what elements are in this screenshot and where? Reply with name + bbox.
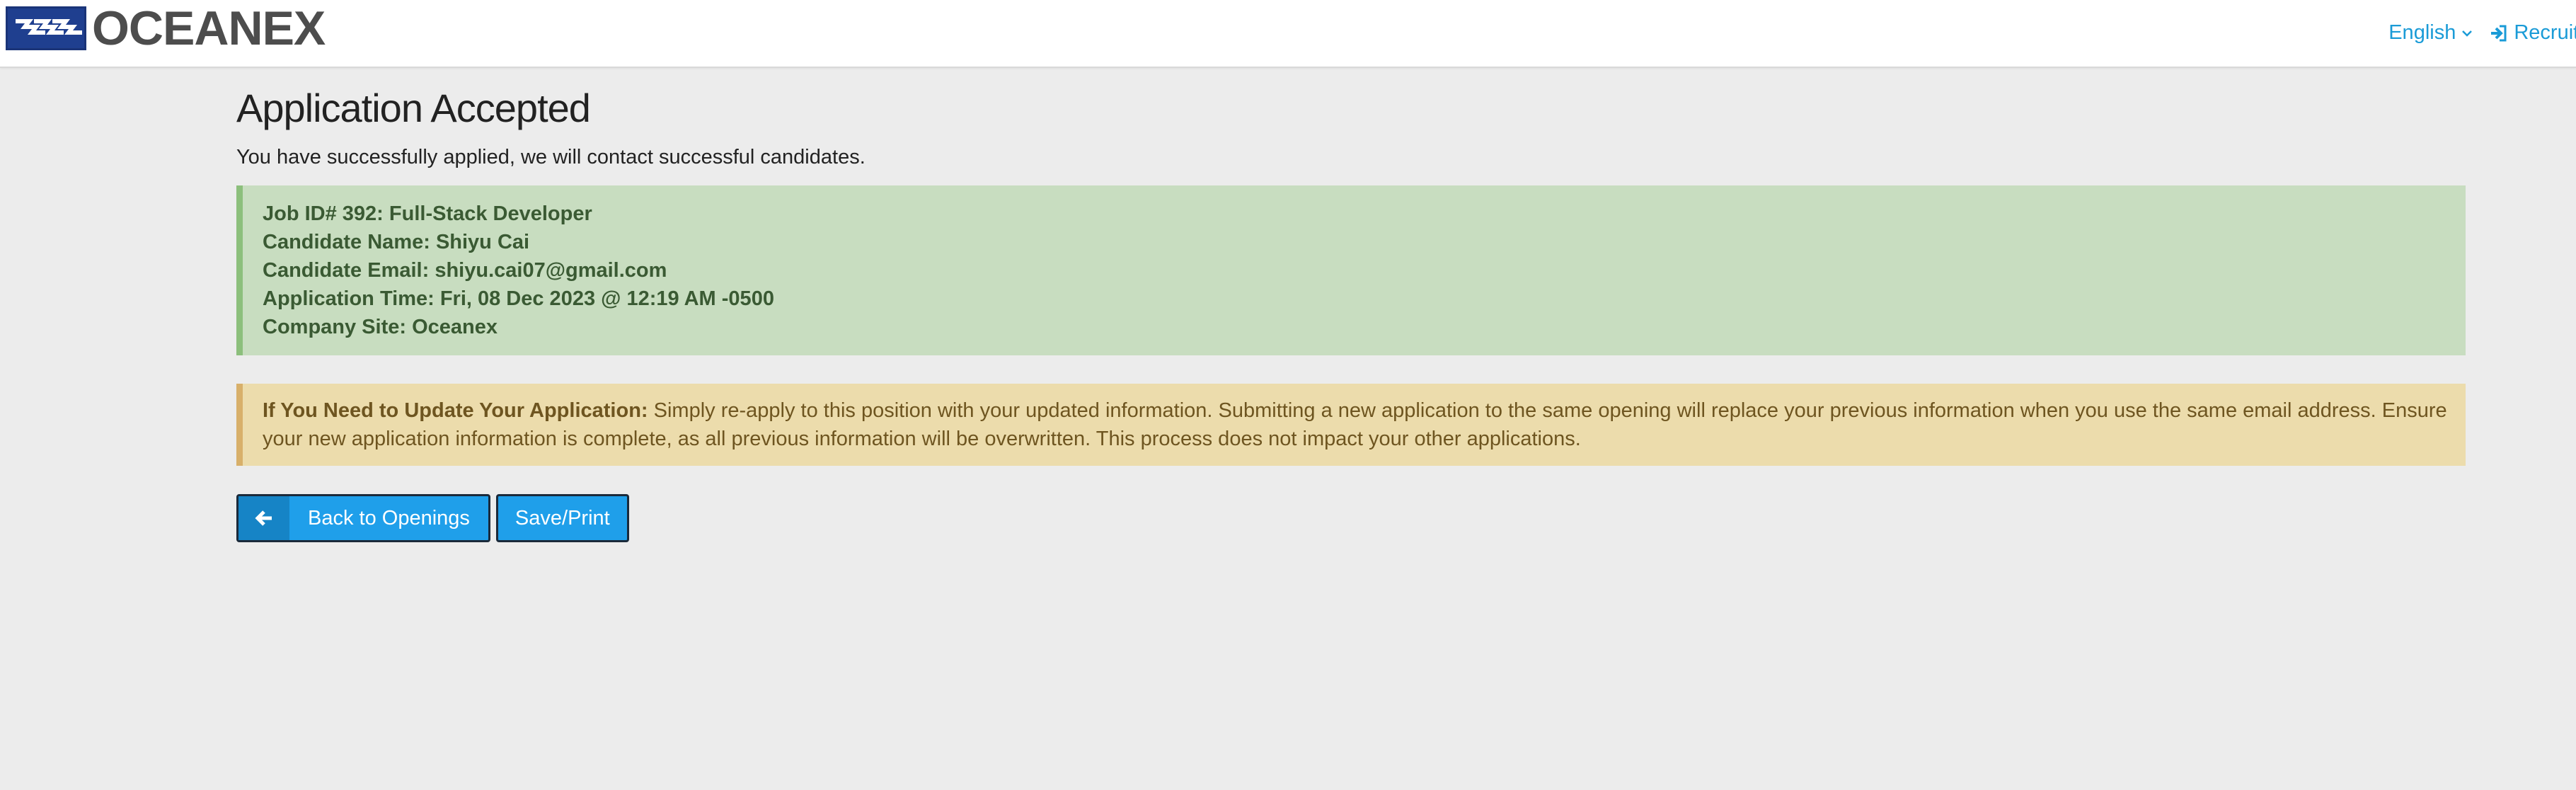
- application-details: Job ID# 392: Full-Stack Developer Candid…: [236, 185, 2466, 355]
- back-button-label: Back to Openings: [308, 506, 470, 529]
- detail-application-time: Application Time: Fri, 08 Dec 2023 @ 12:…: [263, 287, 774, 310]
- detail-candidate-email: Candidate Email: shiyu.cai07@gmail.com: [263, 259, 667, 282]
- nav-right: English Recruiter: [2388, 21, 2576, 45]
- detail-candidate-name: Candidate Name: Shiyu Cai: [263, 231, 530, 253]
- confirmation-message: You have successfully applied, we will c…: [236, 146, 866, 168]
- recruiter-login-link[interactable]: Recruiter: [2490, 21, 2576, 45]
- save-print-button[interactable]: Save/Print: [495, 494, 629, 542]
- action-buttons: Back to Openings Save/Print: [236, 494, 2466, 542]
- language-selector[interactable]: English: [2388, 21, 2473, 45]
- language-label: English: [2388, 21, 2456, 44]
- recruiter-label: Recruiter: [2514, 21, 2576, 44]
- logo-waves-icon: [6, 6, 86, 50]
- brand-name: OCEANEX: [92, 1, 326, 55]
- top-navbar: OCEANEX English Recruiter: [0, 0, 2576, 68]
- chevron-down-icon: [2462, 30, 2473, 37]
- update-notice-heading: If You Need to Update Your Application:: [263, 399, 648, 422]
- main-content: Application Accepted You have successful…: [236, 68, 2466, 542]
- brand-logo[interactable]: OCEANEX: [6, 1, 326, 55]
- detail-company-site: Company Site: Oceanex: [263, 316, 498, 338]
- arrow-left-icon: [238, 496, 289, 540]
- detail-job-id: Job ID# 392: Full-Stack Developer: [263, 202, 592, 225]
- update-notice: If You Need to Update Your Application: …: [236, 384, 2466, 466]
- back-to-openings-button[interactable]: Back to Openings: [236, 494, 490, 542]
- sign-in-icon: [2491, 25, 2507, 41]
- page-title: Application Accepted: [236, 86, 591, 130]
